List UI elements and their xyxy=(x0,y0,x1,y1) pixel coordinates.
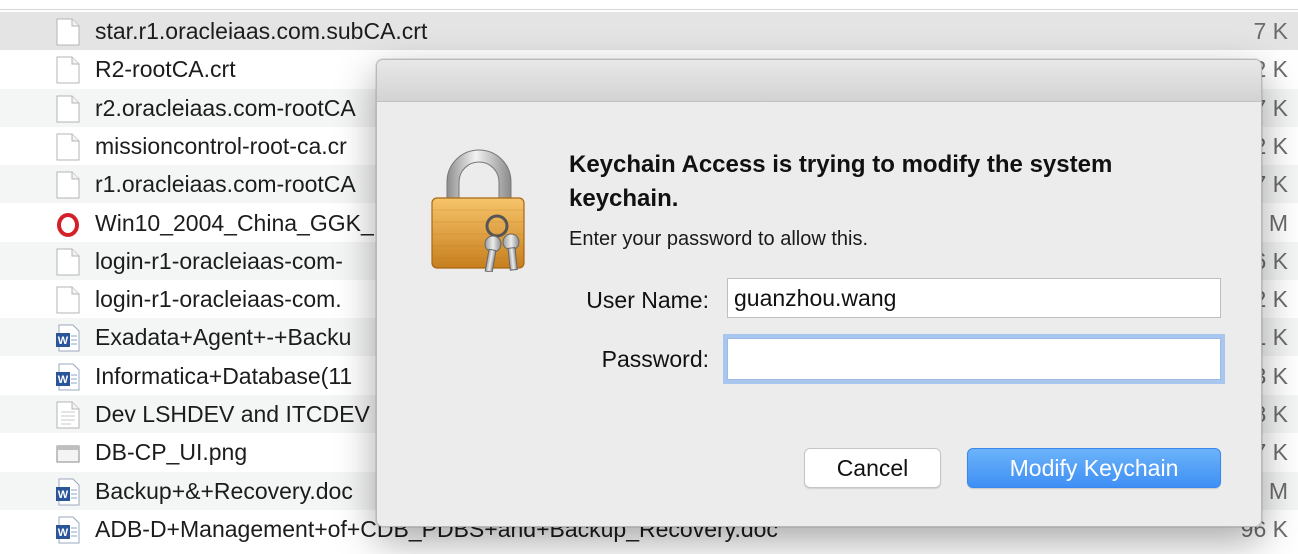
list-top-border xyxy=(0,0,1298,10)
text-document-icon xyxy=(56,401,80,429)
file-name: Backup+&+Recovery.doc xyxy=(95,477,353,504)
word-doc-icon: W xyxy=(56,363,80,391)
file-name: DB-CP_UI.png xyxy=(95,439,248,466)
file-name: login-r1-oracleiaas-com- xyxy=(95,247,343,274)
file-size: 7 K xyxy=(1253,18,1288,44)
document-icon xyxy=(56,56,80,84)
file-name: Exadata+Agent+-+Backu xyxy=(95,324,352,351)
file-name: Informatica+Database(11 xyxy=(95,362,353,389)
password-field[interactable] xyxy=(727,338,1221,380)
password-label: Password: xyxy=(601,346,709,372)
file-row[interactable]: star.r1.oracleiaas.com.subCA.crt 7 K xyxy=(0,12,1298,50)
cancel-button[interactable]: Cancel xyxy=(804,448,941,488)
svg-text:W: W xyxy=(58,374,69,386)
file-name: star.r1.oracleiaas.com.subCA.crt xyxy=(95,18,428,44)
document-icon xyxy=(56,248,80,276)
image-file-icon xyxy=(56,439,80,467)
svg-text:W: W xyxy=(58,489,69,501)
file-name: r2.oracleiaas.com-rootCA xyxy=(95,94,356,121)
modify-keychain-button[interactable]: Modify Keychain xyxy=(967,448,1221,488)
dialog-titlebar[interactable] xyxy=(377,60,1261,102)
lock-with-keys-icon xyxy=(431,148,533,273)
authentication-dialog: Keychain Access is trying to modify the … xyxy=(376,59,1262,527)
file-name: Win10_2004_China_GGK_ xyxy=(95,209,374,236)
file-name: r1.oracleiaas.com-rootCA xyxy=(95,171,356,198)
document-icon xyxy=(56,171,80,199)
document-icon xyxy=(56,18,80,46)
svg-text:W: W xyxy=(58,527,69,539)
document-icon xyxy=(56,133,80,161)
dialog-title: Keychain Access is trying to modify the … xyxy=(569,151,1113,212)
file-name: R2-rootCA.crt xyxy=(95,56,236,83)
username-field[interactable] xyxy=(727,278,1221,318)
opera-icon xyxy=(56,210,80,238)
document-icon xyxy=(56,95,80,123)
document-icon xyxy=(56,286,80,314)
word-doc-icon: W xyxy=(56,516,80,544)
file-name: missioncontrol-root-ca.cr xyxy=(95,132,347,159)
word-doc-icon: W xyxy=(56,324,80,352)
dialog-message: Enter your password to allow this. xyxy=(569,228,869,250)
file-name: login-r1-oracleiaas-com. xyxy=(95,286,342,313)
svg-text:W: W xyxy=(58,335,69,347)
word-doc-icon: W xyxy=(56,478,80,506)
file-name: Dev LSHDEV and ITCDEV xyxy=(95,401,370,427)
username-label: User Name: xyxy=(586,287,709,313)
